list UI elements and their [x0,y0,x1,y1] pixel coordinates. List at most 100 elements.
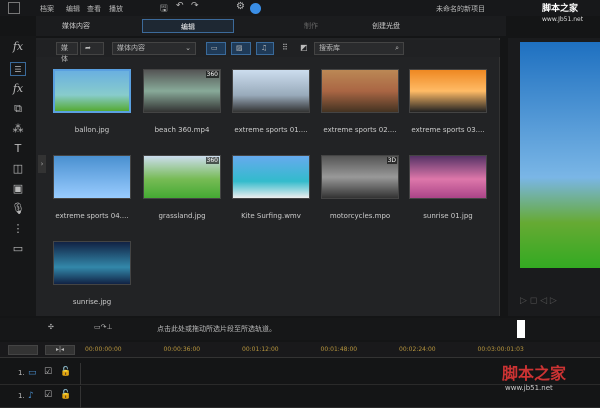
media-name: extreme sports 02.... [323,126,397,134]
media-thumbnail[interactable] [53,241,131,285]
track-number: 1. [18,392,25,400]
grid-view-icon[interactable]: ⠿ [282,43,288,52]
title-icon[interactable]: T [10,142,26,156]
effects-icon[interactable]: fx [10,82,26,96]
chevron-down-icon: ⌄ [185,44,191,52]
media-thumbnail[interactable] [53,69,131,113]
playback-controls[interactable]: ▷ ◻ ◁ ▷ [520,296,557,306]
media-thumbnail[interactable]: 360 [143,69,221,113]
tab-create-disc[interactable]: 创建光盘 [356,19,416,33]
save-icon[interactable]: 🖫 [160,1,168,17]
search-icon[interactable]: ⌕ [395,43,399,54]
project-title: 未命名的新项目 [436,5,485,13]
track-enable-checkbox[interactable]: ☑ [44,390,52,400]
media-thumbnail[interactable] [232,155,310,199]
track-number: 1. [18,369,25,377]
media-badge: 360 [205,157,219,164]
menu-edit[interactable]: 编辑 [66,4,80,14]
media-name: beach 360.mp4 [154,126,210,134]
watermark-top-url: www.Jb51.net [542,16,584,23]
track-manager-button[interactable] [8,345,38,355]
preview-panel: ▷ ◻ ◁ ▷ [508,38,600,316]
preview-image [520,42,600,268]
timeline-ruler[interactable]: ▸|◂ 00:00:00:00 00:00:36:00 00:01:12:00 00:… [0,342,600,358]
media-thumbnail[interactable] [409,69,487,113]
library-type-select[interactable]: 媒体 [56,42,78,63]
notification-icon[interactable] [250,3,261,14]
track-divider [80,363,81,385]
redo-icon[interactable]: ↷ [191,1,199,11]
timecode: 00:01:12:00 [242,346,279,353]
transition-icon[interactable]: ◫ [10,162,26,176]
search-placeholder: 搜索库 [319,44,340,52]
media-name: extreme sports 03.... [411,126,485,134]
media-name: extreme sports 04.... [55,212,129,220]
mix-icon[interactable]: ✣ [48,323,54,331]
timeline-hint: 点击此处或拖动所选片段至所选轨道。 [157,325,276,333]
undo-icon[interactable]: ↶ [176,1,184,11]
timeline-toolbar: ✣ ▭↷⊥ 点击此处或拖动所选片段至所选轨道。 [0,318,600,340]
tab-edit[interactable]: 编辑 [142,19,234,33]
fit-timeline-button[interactable]: ▸|◂ [45,345,75,355]
timecode: 00:03:00:01:03 [477,346,524,353]
library-toolbar: 媒体 ➦ 媒体内容 ⌄ ▭ ▨ ♫ ⠿ ◩ 搜索库 ⌕ [36,40,500,63]
track-lock-icon[interactable]: 🔓 [60,367,71,377]
media-name: ballon.jpg [74,126,110,134]
timecode: 00:01:48:00 [320,346,358,353]
app-icon [8,2,20,14]
media-name: motorcycles.mpo [329,212,391,220]
track-enable-checkbox[interactable]: ☑ [44,367,52,377]
media-name: extreme sports 01.... [234,126,308,134]
media-name: sunrise.jpg [72,298,112,306]
particle-icon[interactable]: ⁂ [10,122,26,136]
menu-view[interactable]: 查看 [87,4,101,14]
subtitle-icon[interactable]: ▭ [10,242,26,256]
insert-clip-icon[interactable]: ▭↷⊥ [94,323,113,331]
media-thumbnail[interactable] [321,69,399,113]
media-thumbnail[interactable] [409,155,487,199]
audio-filter-icon[interactable]: ♫ [256,42,274,55]
video-filter-icon[interactable]: ▭ [206,42,226,55]
media-thumbnail[interactable]: 360 [143,155,221,199]
expand-panel-button[interactable]: › [38,155,46,173]
menu-file[interactable]: 档案 [40,4,54,14]
search-input[interactable]: 搜索库 ⌕ [314,42,404,55]
track-lock-icon[interactable]: 🔓 [60,390,71,400]
watermark-bottom: 脚本之家 [502,364,567,383]
media-room-icon[interactable]: ☰ [10,62,26,76]
title-bar: 档案 编辑 查看 播放 🖫 ↶ ↷ ⚙ 未命名的新项目 脚本之家 [0,0,600,16]
watermark-top: 脚本之家 [542,4,579,14]
media-thumbnail[interactable] [53,155,131,199]
tab-media[interactable]: 媒体内容 [56,19,96,33]
tab-produce[interactable]: 制作 [286,19,336,33]
audio-track-icon: ♪ [28,391,34,401]
media-name: sunrise 01.jpg [423,212,473,220]
menu-play[interactable]: 播放 [109,4,123,14]
media-name: grassland.jpg [158,212,206,220]
media-thumbnail[interactable] [232,69,310,113]
media-badge: 360 [205,71,219,78]
thumbnail-size-icon[interactable]: ◩ [300,43,308,52]
track-divider [80,386,81,408]
import-button[interactable]: ➦ [80,42,104,55]
media-content-select[interactable]: 媒体内容 ⌄ [112,42,196,55]
watermark-bottom-url: www.jb51.net [505,384,553,392]
timecode: 00:00:36:00 [163,346,201,353]
mode-tabs: 媒体内容 编辑 制作 创建光盘 [36,16,506,36]
room-sidebar: fx ☰ fx ⧉ ⁂ T ◫ ▣ 🎙 ⋮ ▭ [0,36,36,316]
media-name: Kite Surfing.wmv [241,212,301,220]
video-track-icon: ▭ [28,368,37,378]
settings-icon[interactable]: ⚙ [236,1,245,12]
fx-icon[interactable]: fx [10,40,26,54]
media-badge: 3D [386,157,397,164]
media-select-value: 媒体内容 [117,44,145,52]
timecode: 00:02:24:00 [399,346,436,353]
marker [517,320,525,338]
media-thumbnail[interactable]: 3D [321,155,399,199]
audio-mix-icon[interactable]: ▣ [10,182,26,196]
pip-icon[interactable]: ⧉ [10,102,26,116]
chapter-icon[interactable]: ⋮ [10,222,26,236]
timecode: 00:00:00:00 [85,346,122,353]
image-filter-icon[interactable]: ▨ [231,42,251,55]
microphone-icon[interactable]: 🎙 [10,202,26,216]
